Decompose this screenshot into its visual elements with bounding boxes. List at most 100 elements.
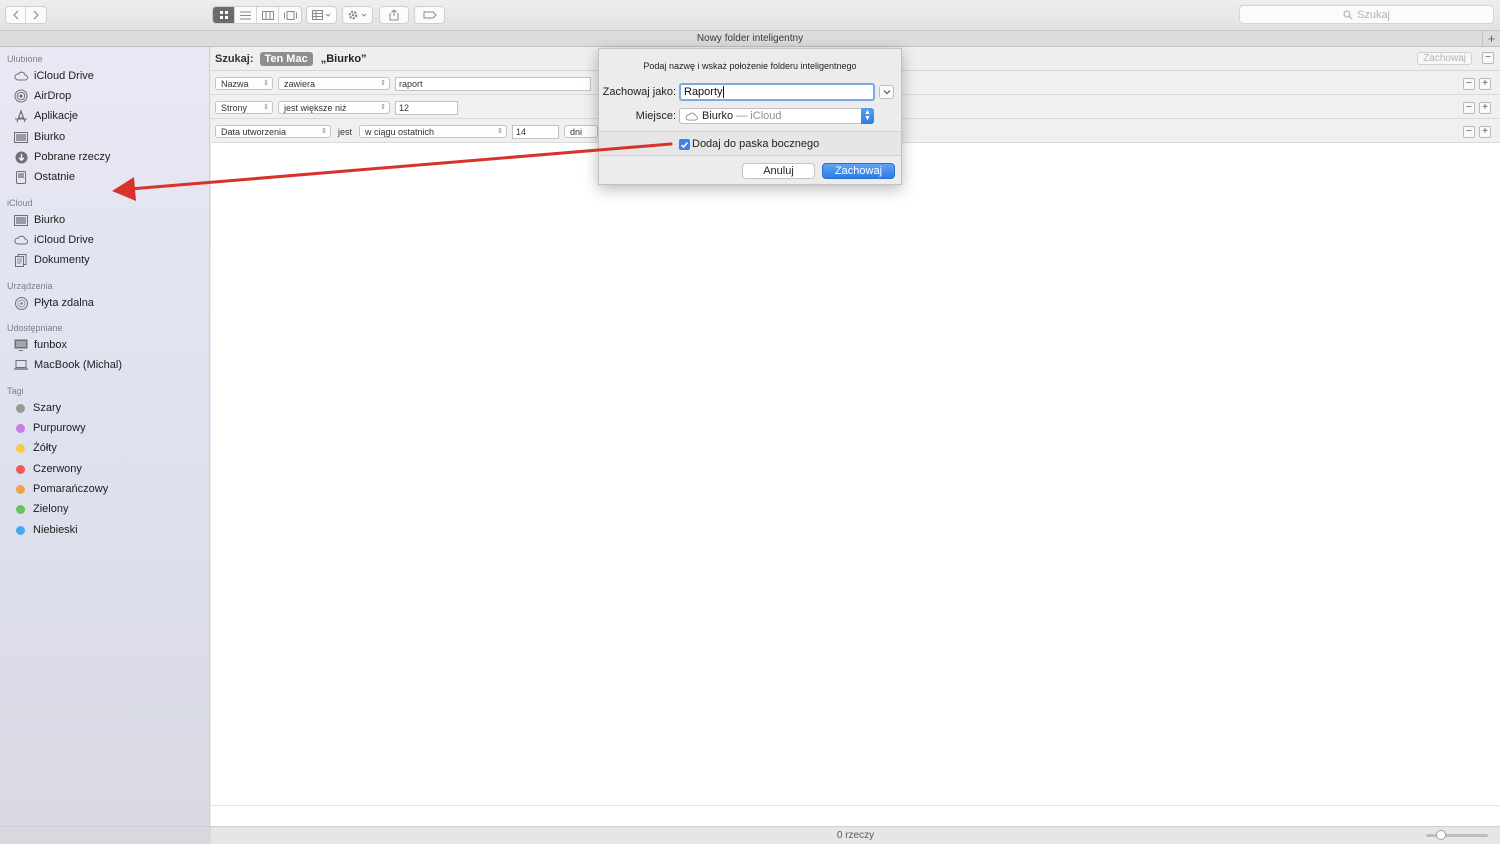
- column-view-button[interactable]: [257, 7, 279, 23]
- remove-criteria-button[interactable]: −: [1463, 102, 1475, 114]
- sidebar-tag-blue[interactable]: Niebieski: [14, 521, 78, 539]
- select-value: w ciągu ostatnich: [365, 126, 435, 137]
- save-search-button[interactable]: Zachowaj: [1417, 52, 1472, 65]
- tags-button[interactable]: [414, 6, 445, 24]
- sidebar-tag-yellow[interactable]: Żółty: [14, 439, 57, 457]
- remove-scope-button[interactable]: −: [1482, 52, 1494, 64]
- gallery-view-button[interactable]: [279, 7, 301, 23]
- add-criteria-button[interactable]: +: [1479, 102, 1491, 114]
- items-count: 0 rzeczy: [836, 830, 875, 841]
- sidebar-tag-grey[interactable]: Szary: [14, 399, 61, 417]
- select-value: jest większe niż: [284, 102, 347, 113]
- sidebar-item-label: Szary: [33, 402, 62, 414]
- icon-view-button[interactable]: [213, 7, 235, 23]
- sidebar-header-shared: Udostępniane: [7, 323, 63, 333]
- location-select[interactable]: Biurko — iCloud ▲ ▼: [679, 108, 874, 124]
- sidebar-item-documents[interactable]: Dokumenty: [14, 251, 90, 269]
- sidebar: Ulubione iCloud Drive AirDrop Aplikacje …: [0, 47, 210, 826]
- airdrop-icon: [14, 89, 28, 103]
- slider-knob[interactable]: [1436, 830, 1446, 840]
- criteria-attribute-select[interactable]: Data utworzenia ⇕: [215, 125, 331, 138]
- add-to-sidebar-checkbox[interactable]: [679, 139, 690, 150]
- forward-button[interactable]: [26, 7, 46, 23]
- expand-dialog-button[interactable]: [879, 85, 894, 99]
- sidebar-item-desktop[interactable]: Biurko: [14, 128, 65, 146]
- sidebar-tag-red[interactable]: Czerwony: [14, 460, 82, 478]
- criteria-value-input[interactable]: 14: [512, 125, 559, 139]
- sidebar-tag-purple[interactable]: Purpurowy: [14, 419, 86, 437]
- dialog-prompt: Podaj nazwę i wskaż położenie folderu in…: [643, 61, 857, 71]
- text-caret: [722, 86, 724, 98]
- nav-buttons: [5, 6, 47, 24]
- back-button[interactable]: [6, 7, 26, 23]
- sidebar-item-label: funbox: [34, 339, 68, 351]
- location-label: Miejsce:: [635, 110, 676, 122]
- action-button[interactable]: [342, 6, 373, 24]
- gear-icon: [348, 10, 366, 20]
- criteria-value-input[interactable]: raport: [395, 77, 591, 91]
- sidebar-tag-green[interactable]: Zielony: [14, 500, 68, 518]
- chevron-right-icon: [33, 10, 39, 20]
- remote-disc-icon: [14, 296, 28, 310]
- add-to-sidebar-label: Dodaj do paska bocznego: [692, 138, 820, 150]
- add-criteria-button[interactable]: +: [1479, 78, 1491, 90]
- criteria-mid-label: jest: [338, 127, 353, 137]
- sidebar-item-label: Niebieski: [33, 524, 78, 536]
- criteria-attribute-select[interactable]: Strony ⇕: [215, 101, 273, 114]
- list-view-button[interactable]: [235, 7, 257, 23]
- sidebar-item-recents[interactable]: Ostatnie: [14, 168, 75, 186]
- location-sub: — iCloud: [736, 110, 782, 122]
- remove-criteria-button[interactable]: −: [1463, 78, 1475, 90]
- criteria-operator-select[interactable]: zawiera ⇕: [278, 77, 390, 90]
- sidebar-item-downloads[interactable]: Pobrane rzeczy: [14, 148, 110, 166]
- updown-icon: ⇕: [380, 104, 386, 111]
- laptop-icon: [14, 360, 28, 370]
- criteria-attribute-select[interactable]: Nazwa ⇕: [215, 77, 273, 90]
- save-button[interactable]: Zachowaj: [822, 163, 895, 179]
- sidebar-header-favorites: Ulubione: [7, 54, 43, 64]
- sidebar-item-remote-disc[interactable]: Płyta zdalna: [14, 294, 94, 312]
- search-scope-label: Szukaj:: [215, 52, 254, 65]
- sidebar-tag-orange[interactable]: Pomarańczowy: [14, 480, 108, 498]
- updown-icon: ⇕: [263, 80, 269, 87]
- sidebar-header-tags: Tagi: [7, 386, 24, 396]
- group-by-button[interactable]: [306, 6, 337, 24]
- view-mode-segmented: [212, 6, 302, 24]
- group-grid-icon: [311, 10, 330, 20]
- criteria-operator-select[interactable]: jest większe niż ⇕: [278, 101, 390, 114]
- add-criteria-button[interactable]: +: [1479, 126, 1491, 138]
- sidebar-item-airdrop[interactable]: AirDrop: [14, 87, 71, 105]
- sidebar-item-funbox[interactable]: funbox: [14, 336, 67, 354]
- status-bar: 0 rzeczy: [211, 826, 1500, 844]
- sidebar-item-icloud-drive[interactable]: iCloud Drive: [14, 67, 94, 85]
- updown-icon: ⇕: [380, 80, 386, 87]
- sidebar-item-icloud-desktop[interactable]: Biurko: [14, 211, 65, 229]
- grid-icon: [219, 11, 228, 19]
- sidebar-item-applications[interactable]: Aplikacje: [14, 107, 78, 125]
- sidebar-item-label: Pobrane rzeczy: [34, 151, 111, 163]
- sidebar-item-label: AirDrop: [34, 90, 72, 102]
- criteria-unit-select[interactable]: dni: [564, 125, 598, 138]
- save-as-input[interactable]: Raporty: [679, 83, 875, 101]
- sidebar-item-macbook[interactable]: MacBook (Michal): [14, 356, 122, 374]
- share-button[interactable]: [379, 6, 409, 24]
- criteria-value-input[interactable]: 12: [395, 101, 458, 115]
- tag-dot-icon: [16, 525, 25, 535]
- criteria-operator-select[interactable]: w ciągu ostatnich ⇕: [359, 125, 507, 138]
- sidebar-item-icloud-drive-2[interactable]: iCloud Drive: [14, 231, 94, 249]
- search-input[interactable]: Szukaj: [1239, 5, 1494, 24]
- columns-icon: [261, 10, 274, 20]
- remove-criteria-button[interactable]: −: [1463, 126, 1475, 138]
- tag-dot-icon: [16, 504, 25, 514]
- cloud-icon: [14, 71, 28, 81]
- scope-desktop[interactable]: „Biurko”: [321, 53, 367, 65]
- new-tab-button[interactable]: +: [1482, 30, 1500, 47]
- cancel-button[interactable]: Anuluj: [742, 163, 815, 179]
- window-title: Nowy folder inteligentny: [696, 33, 804, 44]
- applications-icon: [15, 109, 27, 123]
- sidebar-item-label: MacBook (Michal): [34, 359, 123, 371]
- plus-icon: +: [1487, 31, 1496, 46]
- icon-size-slider[interactable]: [1426, 830, 1488, 840]
- sidebar-header-icloud: iCloud: [7, 198, 33, 208]
- scope-this-mac[interactable]: Ten Mac: [259, 51, 313, 66]
